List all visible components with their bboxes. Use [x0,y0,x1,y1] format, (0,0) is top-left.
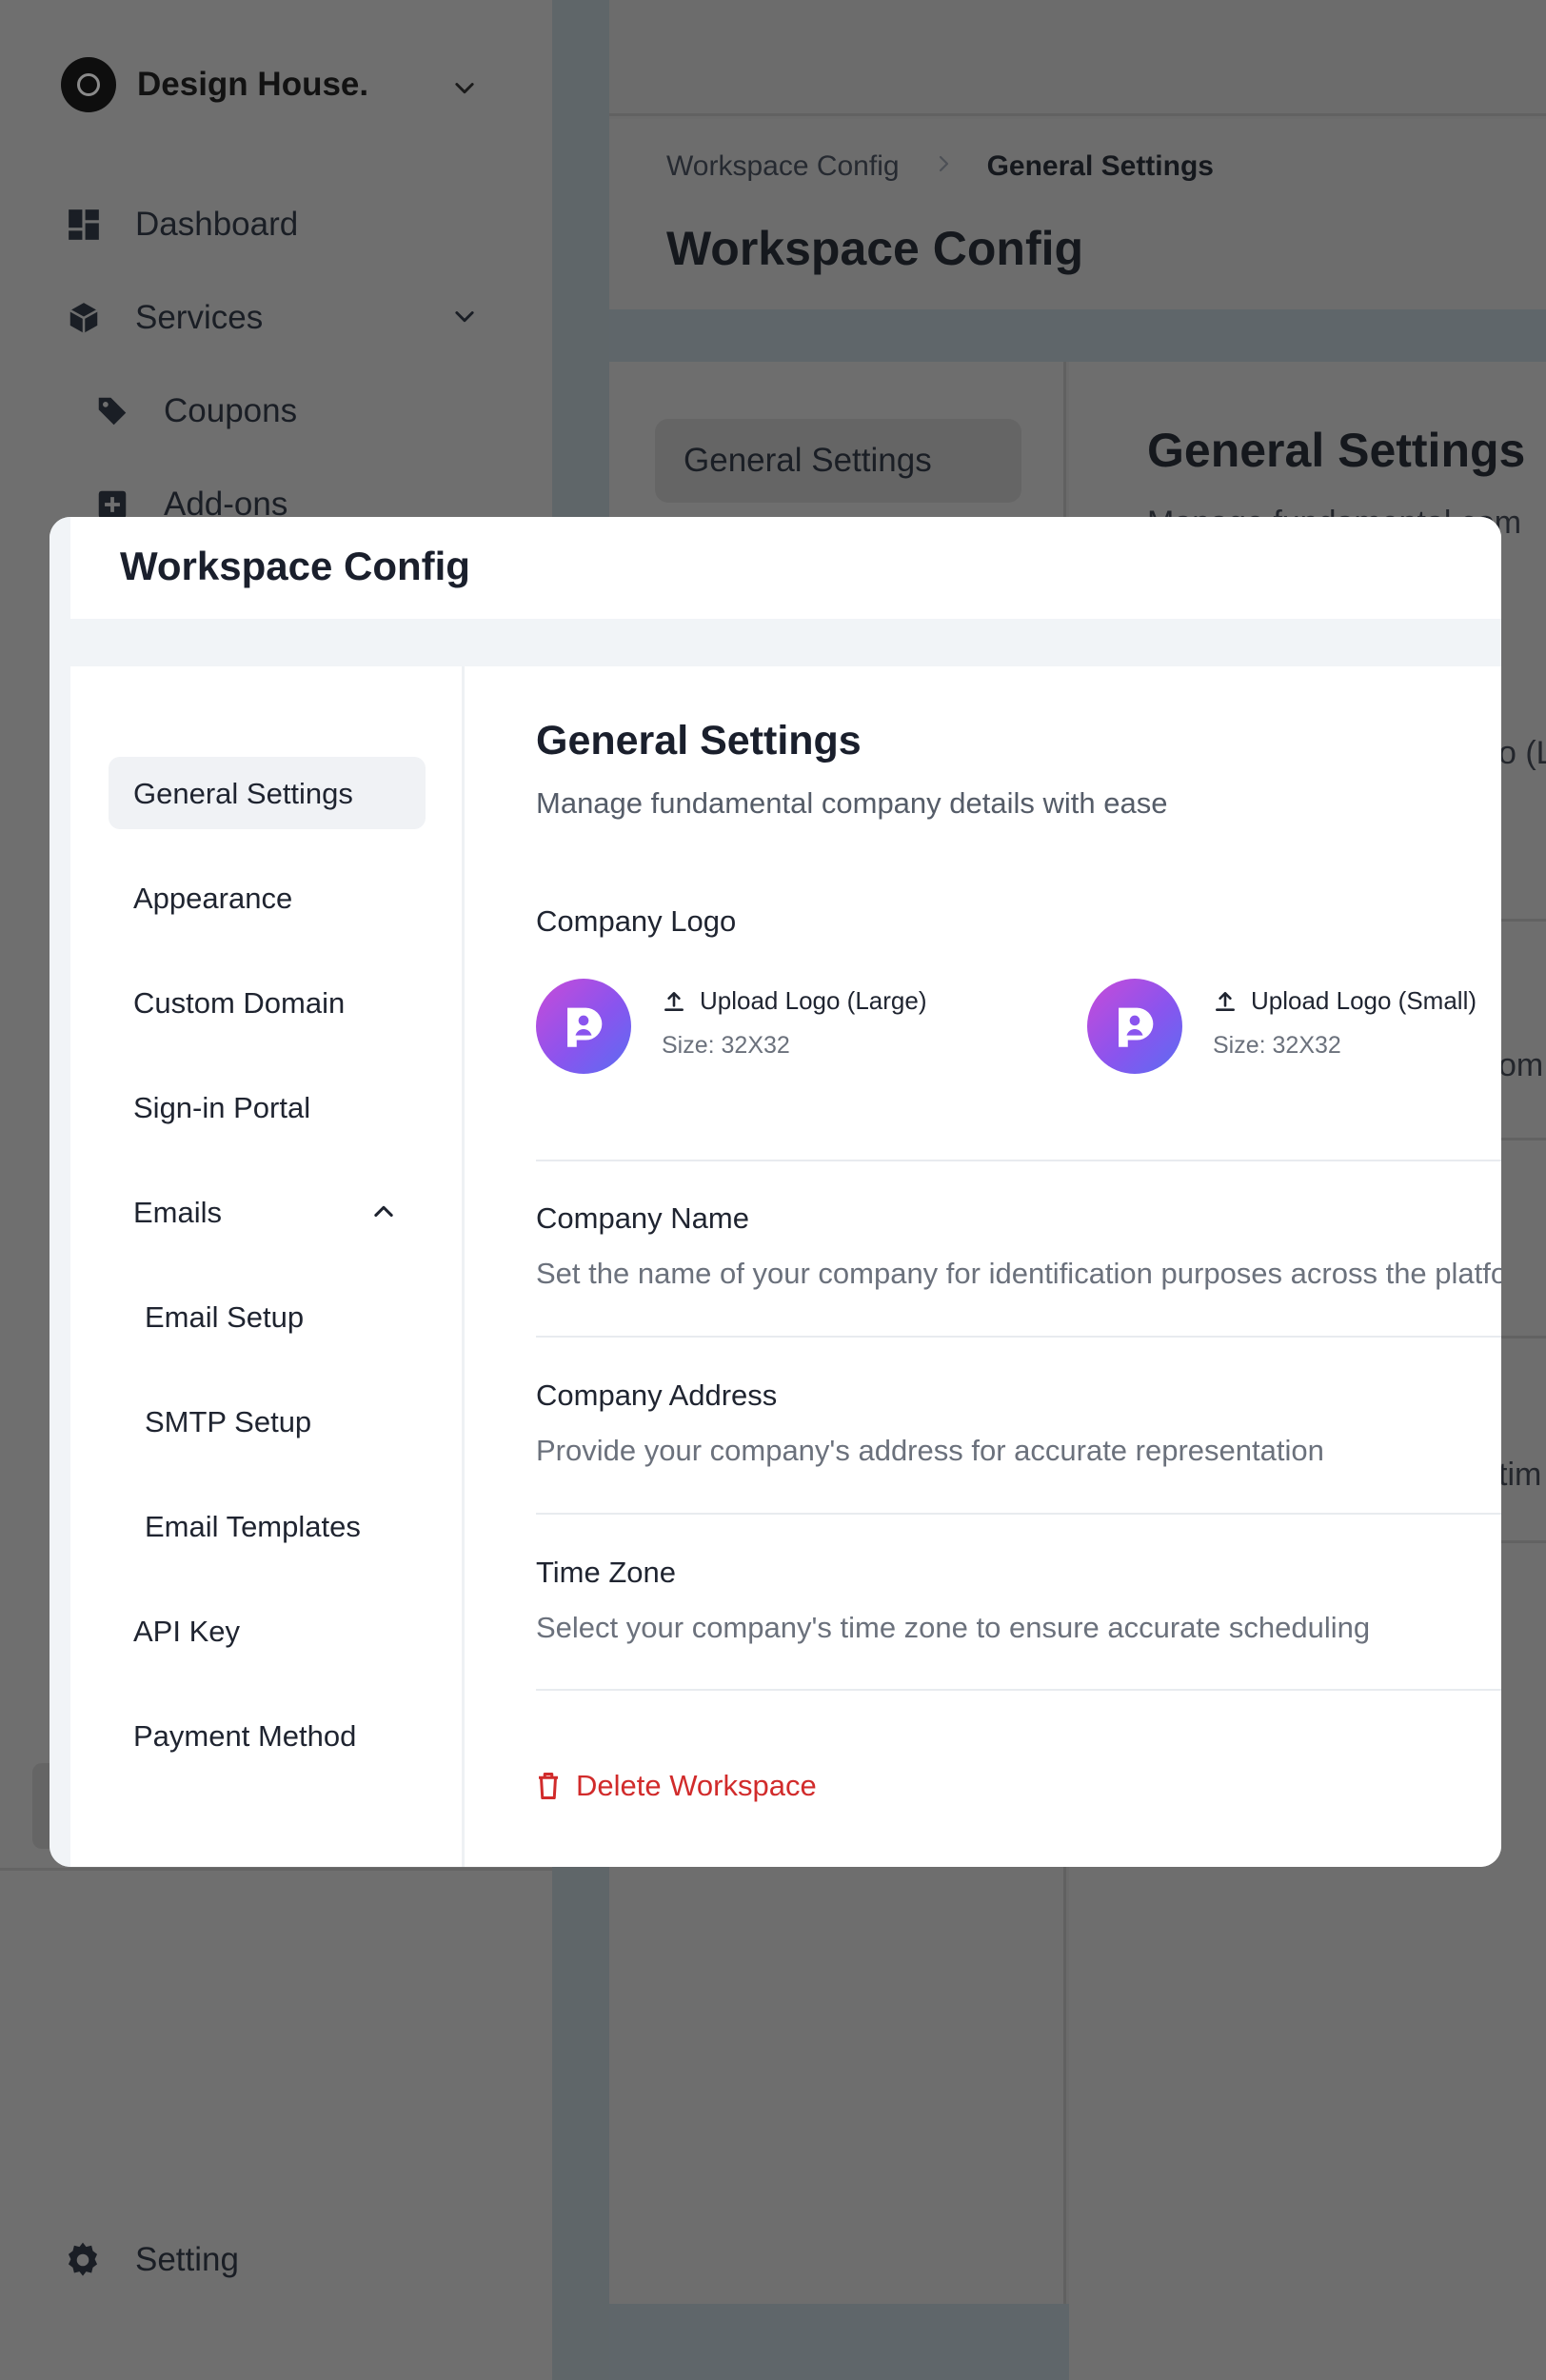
section-divider [536,1160,1501,1161]
workspace-switcher[interactable]: Design House. [61,57,368,112]
breadcrumb-current: General Settings [986,150,1214,182]
sidebar-item-label: Dashboard [135,206,299,243]
tag-icon [93,392,131,430]
chevron-up-icon[interactable] [370,1199,397,1225]
section-divider [536,1689,1501,1691]
modal-header: Workspace Config [70,517,1501,619]
app-logo-icon [567,1007,603,1047]
upload-logo-large-button[interactable]: Upload Logo (Large) [662,986,927,1016]
nav-item-label: Emails [133,1196,223,1229]
general-settings-panel: General Settings Manage fundamental comp… [466,666,1501,1867]
logo-large-preview [536,979,631,1074]
trash-icon [539,1773,558,1799]
sidebar-item-coupons[interactable]: Coupons [93,392,297,430]
nav-item-payment-method[interactable]: Payment Method [109,1699,426,1772]
workspace-config-modal: Workspace Config General Settings Appear… [50,517,1501,1867]
sidebar-item-dashboard[interactable]: Dashboard [65,206,298,244]
subnav-item-general-settings[interactable]: General Settings [655,419,1021,503]
company-address-desc: Provide your company's address for accur… [536,1434,1324,1467]
sidebar-item-services[interactable]: Services [65,299,474,337]
sidebar-active-edge [32,1763,51,1849]
company-address-label: Company Address [536,1378,778,1412]
content-title: General Settings [1147,424,1526,477]
modal-edge [50,517,70,1867]
upload-button-label: Upload Logo (Large) [700,986,927,1015]
section-divider [536,1336,1501,1338]
page-title: Workspace Config [666,222,1084,275]
brand-logo [61,57,116,112]
sidebar-item-label: Setting [135,2241,239,2278]
nav-item-general-settings[interactable]: General Settings [109,757,426,829]
nav-item-signin-portal[interactable]: Sign-in Portal [109,1071,426,1143]
company-name-fragment: om [1498,1047,1544,1083]
upload-icon [664,991,684,1011]
sidebar-item-label: Services [135,299,264,336]
nav-item-emails[interactable]: Emails [109,1176,426,1248]
nav-item-email-templates[interactable]: Email Templates [109,1490,426,1562]
modal-title: Workspace Config [120,544,470,588]
company-name-desc: Set the name of your company for identif… [536,1257,1501,1290]
section-divider [536,1513,1501,1515]
breadcrumb: Workspace Config General Settings [666,150,1214,183]
chevron-down-icon[interactable] [451,74,478,108]
sidebar-divider [0,1868,552,1871]
nav-item-email-setup[interactable]: Email Setup [109,1280,426,1353]
time-zone-desc: Select your company's time zone to ensur… [536,1611,1371,1644]
logo-small-preview [1087,979,1182,1074]
breadcrumb-item[interactable]: Workspace Config [666,150,900,183]
box-icon [65,299,103,337]
page-header [609,119,1546,309]
settings-nav: General Settings Appearance Custom Domai… [70,666,465,1867]
chevron-right-icon [932,151,955,182]
time-zone-fragment: tim [1498,1457,1542,1493]
upload-icon [1216,991,1235,1011]
logo-small-size: Size: 32X32 [1213,1032,1341,1059]
upload-button-label: Upload Logo (Small) [1251,986,1477,1015]
bottom-band [609,2304,1069,2380]
company-logo-label: Company Logo [536,904,737,938]
header-band [609,309,1546,362]
sidebar-item-setting[interactable]: Setting [63,2240,239,2280]
logo-large-size: Size: 32X32 [662,1032,790,1059]
nav-item-appearance[interactable]: Appearance [109,862,426,934]
top-bar [609,0,1546,116]
chevron-down-icon[interactable] [451,303,478,336]
modal-header-band [70,619,1501,666]
brand-name: Design House. [137,66,369,103]
upload-logo-fragment: o (La [1498,735,1546,771]
company-name-label: Company Name [536,1201,749,1235]
nav-item-custom-domain[interactable]: Custom Domain [109,966,426,1039]
nav-item-smtp-setup[interactable]: SMTP Setup [109,1385,426,1458]
delete-workspace-label: Delete Workspace [576,1769,817,1802]
sidebar-item-label: Coupons [164,392,298,429]
dashboard-icon [65,206,103,244]
section-subtitle: Manage fundamental company details with … [536,786,1168,820]
upload-logo-small-button[interactable]: Upload Logo (Small) [1213,986,1477,1016]
nav-item-api-key[interactable]: API Key [109,1595,426,1667]
delete-workspace-button[interactable]: Delete Workspace [536,1769,817,1803]
section-title: General Settings [536,718,862,764]
time-zone-label: Time Zone [536,1556,677,1589]
gear-icon [68,2242,98,2276]
app-logo-icon [1119,1007,1154,1047]
